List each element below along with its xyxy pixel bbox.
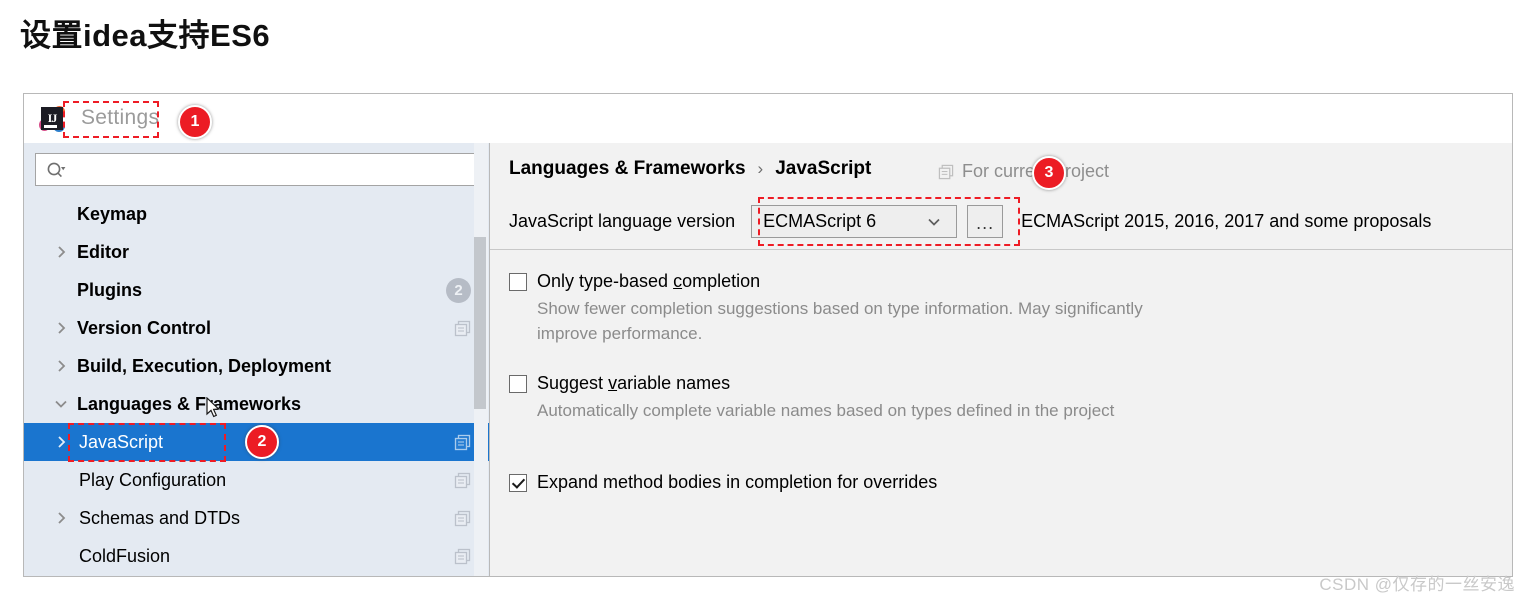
chevron-right-icon[interactable] (50, 511, 72, 525)
chevron-down-icon[interactable] (50, 398, 72, 410)
option-only-type-based-completion: Only type-based completion Show fewer co… (509, 271, 1157, 346)
breadcrumb-current: JavaScript (775, 158, 872, 179)
option-description: Automatically complete variable names ba… (537, 401, 1115, 420)
search-box[interactable] (35, 153, 478, 186)
option-title-mnemonic: c (673, 271, 683, 291)
sidebar-item-label: Play Configuration (79, 469, 227, 490)
version-label: JavaScript language version (509, 211, 736, 231)
breadcrumb: Languages & Frameworks › JavaScript (509, 158, 871, 180)
option-expand-method-bodies: Expand method bodies in completion for o… (509, 472, 937, 493)
sidebar-item-version-control[interactable]: Version Control (24, 309, 489, 347)
language-version-more-button[interactable]: ... (967, 205, 1004, 238)
copy-settings-icon[interactable] (454, 434, 471, 451)
language-version-select[interactable]: ECMAScript 6 (751, 205, 958, 238)
search-icon (46, 161, 66, 179)
sidebar-item-label: Schemas and DTDs (79, 507, 241, 528)
sidebar-item-play-configuration[interactable]: › Play Configuration (24, 461, 489, 499)
sidebar-item-coldfusion[interactable]: › ColdFusion (24, 537, 489, 575)
copy-settings-icon[interactable] (454, 548, 471, 565)
option-title-mnemonic: v (608, 373, 618, 393)
copy-settings-icon (938, 164, 954, 180)
option-title[interactable]: Expand method bodies in completion for o… (537, 472, 937, 493)
breadcrumb-separator-icon: › (757, 159, 764, 178)
chevron-right-icon[interactable] (50, 321, 72, 335)
page-title: 设置idea支持ES6 (20, 18, 271, 53)
sidebar-item-editor[interactable]: Editor (24, 233, 489, 271)
copy-settings-icon[interactable] (454, 510, 471, 527)
expand-method-bodies-checkbox[interactable] (509, 474, 527, 492)
sidebar-item-label: JavaScript (79, 431, 164, 452)
sidebar-item-plugins[interactable]: › Plugins 2 (24, 271, 489, 309)
option-title-post: ompletion (682, 271, 761, 291)
option-title[interactable]: Suggest variable names (537, 373, 730, 394)
option-description: Show fewer completion suggestions based … (537, 299, 1143, 343)
option-title-pre: Suggest (537, 373, 609, 393)
intellij-idea-logo-icon: IJ (39, 105, 65, 132)
sidebar-scrollbar-thumb[interactable] (474, 237, 486, 409)
sidebar-item-schemas-and-dtds[interactable]: Schemas and DTDs (24, 499, 489, 537)
chevron-down-icon[interactable] (926, 216, 956, 228)
option-suggest-variable-names: Suggest variable names Automatically com… (509, 373, 1114, 423)
chevron-right-icon[interactable] (50, 359, 72, 373)
sidebar-item-label: Keymap (77, 203, 148, 224)
settings-sidebar: › Keymap Editor › Plugins 2 (24, 143, 490, 576)
sidebar-item-keymap[interactable]: › Keymap (24, 195, 489, 233)
sidebar-item-build-execution-deployment[interactable]: Build, Execution, Deployment (24, 347, 489, 385)
sidebar-item-label: Plugins (77, 279, 143, 300)
settings-dialog: IJ Settings › Ke (23, 93, 1513, 577)
sidebar-scrollbar-track[interactable] (474, 143, 488, 576)
sidebar-item-label: Version Control (77, 317, 212, 338)
search-input[interactable] (66, 161, 477, 178)
breadcrumb-parent[interactable]: Languages & Frameworks (509, 158, 746, 180)
chevron-right-icon[interactable] (50, 245, 72, 259)
sidebar-item-languages-frameworks[interactable]: Languages & Frameworks (24, 385, 489, 423)
sidebar-item-label: Build, Execution, Deployment (77, 355, 332, 376)
copy-settings-icon[interactable] (454, 472, 471, 489)
sidebar-item-label: Languages & Frameworks (77, 393, 302, 414)
for-current-project[interactable]: For current project (938, 161, 1109, 182)
dialog-body: › Keymap Editor › Plugins 2 (24, 143, 1512, 576)
version-note: ECMAScript 2015, 2016, 2017 and some pro… (1021, 211, 1432, 231)
step-badge-2: 2 (245, 425, 279, 459)
sidebar-item-label: Editor (77, 241, 129, 262)
watermark: CSDN @仅存的一丝安逸 (1319, 575, 1515, 594)
chevron-right-icon[interactable] (50, 435, 72, 449)
dialog-title-bar: IJ Settings (24, 94, 1512, 143)
section-divider (490, 249, 1512, 250)
dialog-title: Settings (81, 105, 160, 129)
step-badge-3: 3 (1032, 156, 1066, 190)
option-title-post: ariable names (617, 373, 731, 393)
sidebar-item-label: ColdFusion (79, 545, 171, 566)
option-title-pre: Only type-based (537, 271, 674, 291)
plugins-update-count: 2 (446, 277, 471, 303)
only-type-based-completion-checkbox[interactable] (509, 273, 527, 291)
settings-detail-panel: Languages & Frameworks › JavaScript For … (490, 143, 1512, 576)
option-title[interactable]: Only type-based completion (537, 271, 760, 292)
javascript-language-version-row: JavaScript language version ECMAScript 6… (509, 205, 1431, 238)
suggest-variable-names-checkbox[interactable] (509, 375, 527, 393)
step-badge-1: 1 (178, 105, 212, 139)
settings-tree: › Keymap Editor › Plugins 2 (24, 195, 489, 575)
copy-settings-icon[interactable] (454, 320, 471, 337)
language-version-value: ECMAScript 6 (763, 211, 877, 231)
